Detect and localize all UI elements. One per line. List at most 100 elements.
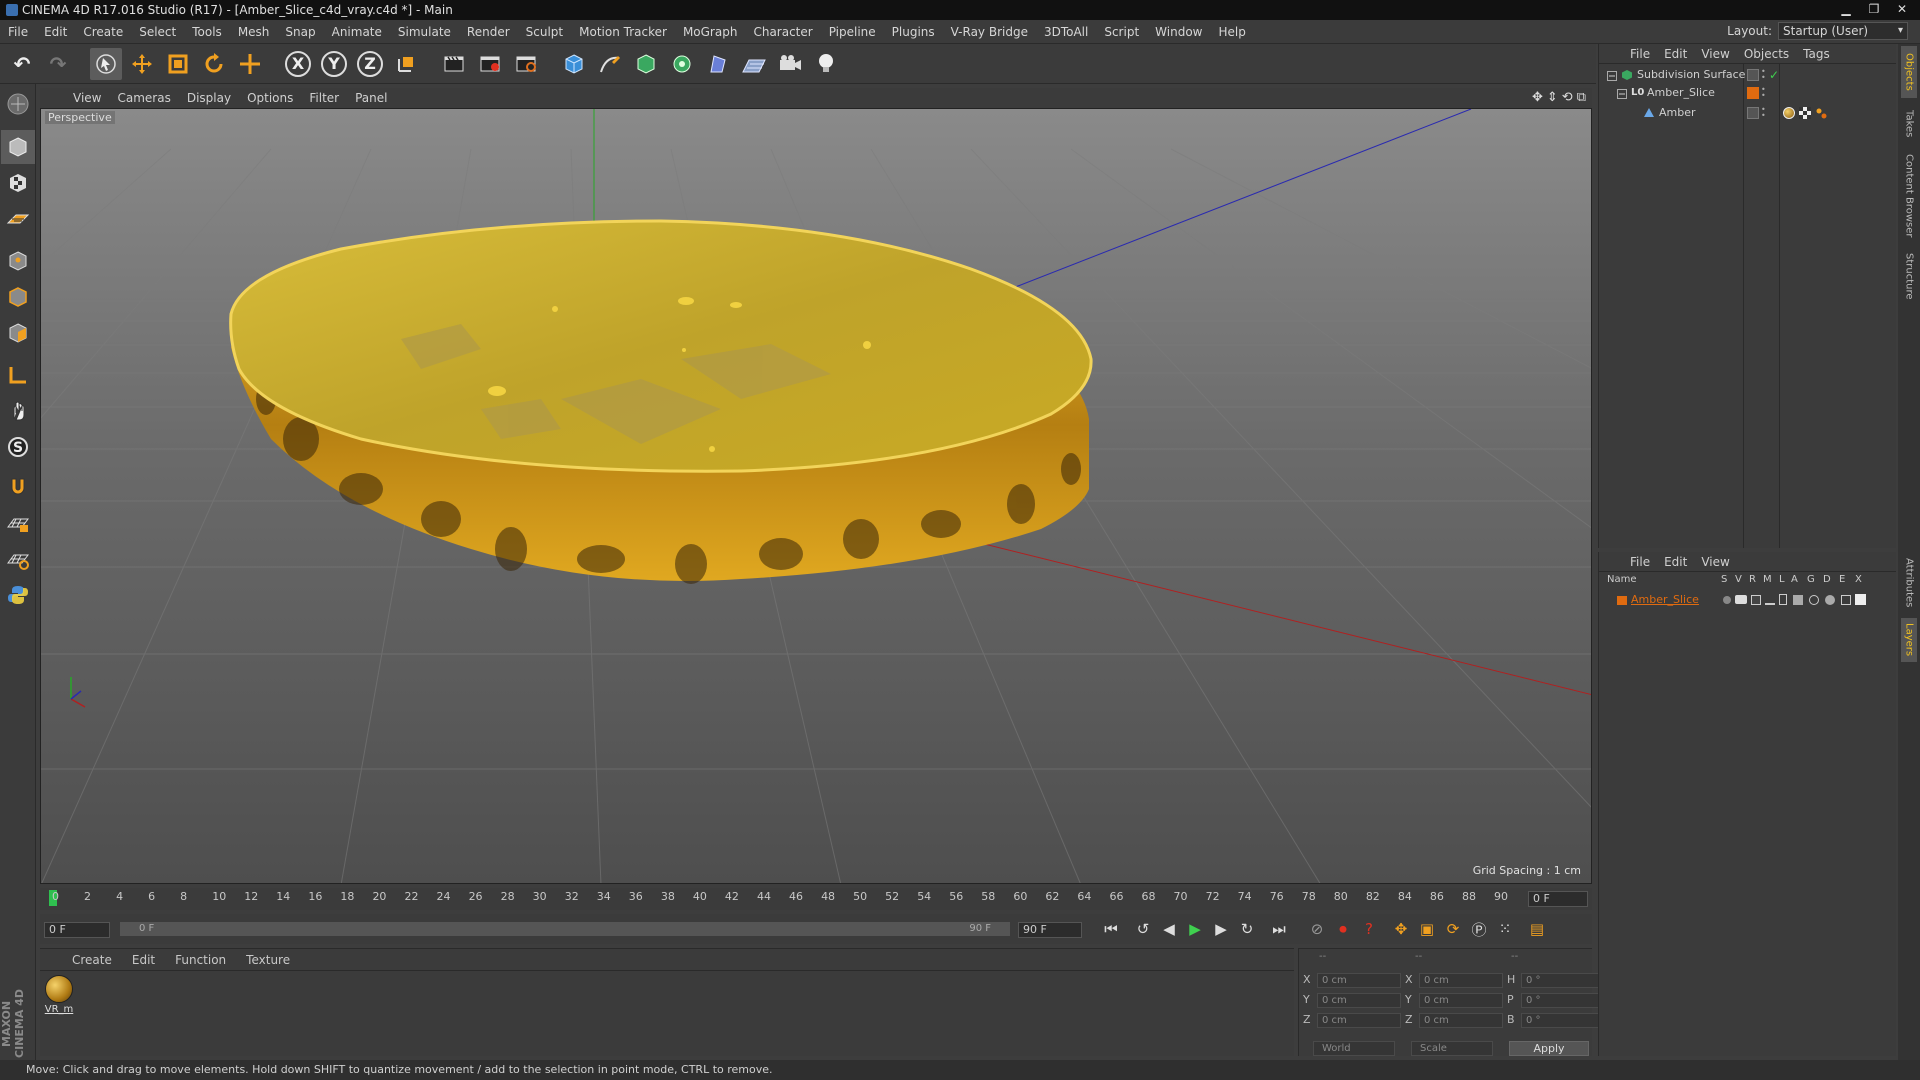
expressions-toggle-icon[interactable] bbox=[1841, 595, 1851, 605]
points-mode-icon[interactable] bbox=[1, 244, 35, 278]
menu-mesh[interactable]: Mesh bbox=[230, 20, 278, 44]
column-animation[interactable]: A bbox=[1791, 574, 1798, 585]
lock-workplane-icon[interactable] bbox=[1, 506, 35, 540]
xref-toggle-icon[interactable] bbox=[1855, 594, 1866, 605]
rotate-tool-icon[interactable] bbox=[198, 48, 230, 80]
size-mode-dropdown[interactable]: Scale bbox=[1411, 1041, 1493, 1056]
scale-tool-icon[interactable] bbox=[162, 48, 194, 80]
make-editable-icon[interactable] bbox=[1, 86, 35, 122]
menu-motion-tracker[interactable]: Motion Tracker bbox=[571, 20, 675, 44]
size-z-field[interactable]: 0 cm bbox=[1419, 1013, 1503, 1028]
material-tag-icon[interactable] bbox=[1783, 107, 1795, 119]
viewport-menu-display[interactable]: Display bbox=[180, 91, 238, 105]
size-y-field[interactable]: 0 cm bbox=[1419, 993, 1503, 1008]
layers-menu-edit[interactable]: Edit bbox=[1657, 555, 1694, 569]
model-mode-icon[interactable] bbox=[1, 130, 35, 164]
workplane-mode-icon[interactable] bbox=[1, 202, 35, 236]
redo-button[interactable]: ↷ bbox=[42, 48, 74, 80]
visibility-dots-icon[interactable]: • • bbox=[1761, 106, 1773, 120]
previous-key-icon[interactable]: ↺ bbox=[1130, 918, 1156, 940]
expand-collapse-icon[interactable] bbox=[1617, 87, 1629, 99]
planar-workplane-icon[interactable] bbox=[1, 542, 35, 576]
move-tool-icon[interactable] bbox=[126, 48, 158, 80]
perspective-viewport[interactable]: Perspective Grid Spacing : 1 cm bbox=[40, 108, 1592, 884]
end-frame-field[interactable]: 90 F bbox=[1018, 922, 1082, 938]
object-row-amber-slice[interactable]: L0 Amber_Slice • • bbox=[1599, 84, 1897, 102]
next-frame-icon[interactable]: ▶ bbox=[1208, 918, 1234, 940]
object-row-subdivision-surface[interactable]: Subdivision Surface • • ✓ bbox=[1599, 66, 1897, 84]
floor-environment-icon[interactable] bbox=[738, 48, 770, 80]
rotation-h-field[interactable]: 0 ° bbox=[1521, 973, 1605, 988]
phong-tag-icon[interactable] bbox=[1815, 107, 1827, 119]
material-menu-texture[interactable]: Texture bbox=[238, 953, 298, 967]
camera-icon[interactable] bbox=[774, 48, 806, 80]
go-to-start-icon[interactable]: ⏮ bbox=[1098, 918, 1124, 940]
viewport-menu-cameras[interactable]: Cameras bbox=[110, 91, 177, 105]
tab-attributes[interactable]: Attributes bbox=[1901, 552, 1917, 614]
render-view-icon[interactable] bbox=[438, 48, 470, 80]
subdivision-nurbs-icon[interactable] bbox=[630, 48, 662, 80]
menu-plugins[interactable]: Plugins bbox=[884, 20, 943, 44]
viewport-menu-panel[interactable]: Panel bbox=[348, 91, 394, 105]
viewport-menu-view[interactable]: View bbox=[66, 91, 108, 105]
menu-window[interactable]: Window bbox=[1147, 20, 1210, 44]
coordinate-system-icon[interactable] bbox=[390, 48, 422, 80]
size-x-field[interactable]: 0 cm bbox=[1419, 973, 1503, 988]
objects-menu-view[interactable]: View bbox=[1694, 47, 1736, 61]
layer-slot-icon[interactable] bbox=[1747, 107, 1759, 119]
column-name[interactable]: Name bbox=[1607, 574, 1637, 585]
enabled-check-icon[interactable]: ✓ bbox=[1769, 69, 1781, 81]
material-menu-edit[interactable]: Edit bbox=[124, 953, 163, 967]
keyframe-selection-icon[interactable]: ? bbox=[1356, 918, 1382, 940]
tab-content-browser[interactable]: Content Browser bbox=[1901, 148, 1917, 244]
tab-structure[interactable]: Structure bbox=[1901, 248, 1917, 304]
column-xref[interactable]: X bbox=[1855, 574, 1862, 585]
column-generators[interactable]: G bbox=[1807, 574, 1815, 585]
tab-takes[interactable]: Takes bbox=[1901, 104, 1917, 144]
pen-spline-icon[interactable] bbox=[594, 48, 626, 80]
minimize-button[interactable]: ▁ bbox=[1834, 0, 1858, 18]
menu-mograph[interactable]: MoGraph bbox=[675, 20, 746, 44]
column-render[interactable]: R bbox=[1749, 574, 1756, 585]
manager-toggle-icon[interactable] bbox=[1765, 595, 1775, 605]
frame-range-slider[interactable]: 0 F 90 F bbox=[120, 922, 1010, 936]
light-bulb-icon[interactable] bbox=[810, 48, 842, 80]
layer-row-amber-slice[interactable]: Amber_Slice bbox=[1603, 592, 1893, 608]
layer-slot-icon[interactable] bbox=[1747, 69, 1759, 81]
render-toggle-icon[interactable] bbox=[1751, 595, 1761, 605]
magnet-icon[interactable] bbox=[1, 470, 35, 504]
snap-icon[interactable]: S bbox=[1, 430, 35, 464]
camera-label[interactable]: Perspective bbox=[45, 111, 115, 124]
lock-toggle-icon[interactable] bbox=[1779, 594, 1787, 605]
menu-sculpt[interactable]: Sculpt bbox=[518, 20, 571, 44]
select-arrow-icon[interactable] bbox=[90, 47, 122, 80]
object-row-amber[interactable]: Amber • • bbox=[1599, 104, 1897, 122]
menu-tools[interactable]: Tools bbox=[184, 20, 230, 44]
y-axis-lock-icon[interactable]: Y bbox=[318, 48, 350, 80]
objects-menu-file[interactable]: File bbox=[1623, 47, 1657, 61]
position-x-field[interactable]: 0 cm bbox=[1317, 973, 1401, 988]
column-solo[interactable]: S bbox=[1721, 574, 1727, 585]
menu-snap[interactable]: Snap bbox=[277, 20, 323, 44]
tab-layers[interactable]: Layers bbox=[1901, 618, 1917, 662]
menu-simulate[interactable]: Simulate bbox=[390, 20, 459, 44]
menu-character[interactable]: Character bbox=[745, 20, 820, 44]
maximize-button[interactable]: ❐ bbox=[1862, 0, 1886, 18]
scale-key-icon[interactable]: ▣ bbox=[1414, 918, 1440, 940]
texture-mode-icon[interactable] bbox=[1, 166, 35, 200]
rotation-key-icon[interactable]: ⟳ bbox=[1440, 918, 1466, 940]
menu-3dtoall[interactable]: 3DToAll bbox=[1036, 20, 1096, 44]
menu-script[interactable]: Script bbox=[1096, 20, 1147, 44]
coordinate-mode-dropdown[interactable]: World bbox=[1313, 1041, 1395, 1056]
view-toggle-icon[interactable] bbox=[1735, 595, 1747, 604]
expand-collapse-icon[interactable] bbox=[1607, 69, 1619, 81]
tab-objects[interactable]: Objects bbox=[1901, 46, 1917, 98]
live-selection-icon[interactable] bbox=[234, 48, 266, 80]
rotation-b-field[interactable]: 0 ° bbox=[1521, 1013, 1605, 1028]
column-locked[interactable]: L bbox=[1779, 574, 1785, 585]
render-settings-icon[interactable] bbox=[510, 48, 542, 80]
timeline-window-icon[interactable]: ▤ bbox=[1524, 918, 1550, 940]
close-button[interactable]: ✕ bbox=[1890, 0, 1914, 18]
edges-mode-icon[interactable] bbox=[1, 280, 35, 314]
render-picture-viewer-icon[interactable] bbox=[474, 48, 506, 80]
